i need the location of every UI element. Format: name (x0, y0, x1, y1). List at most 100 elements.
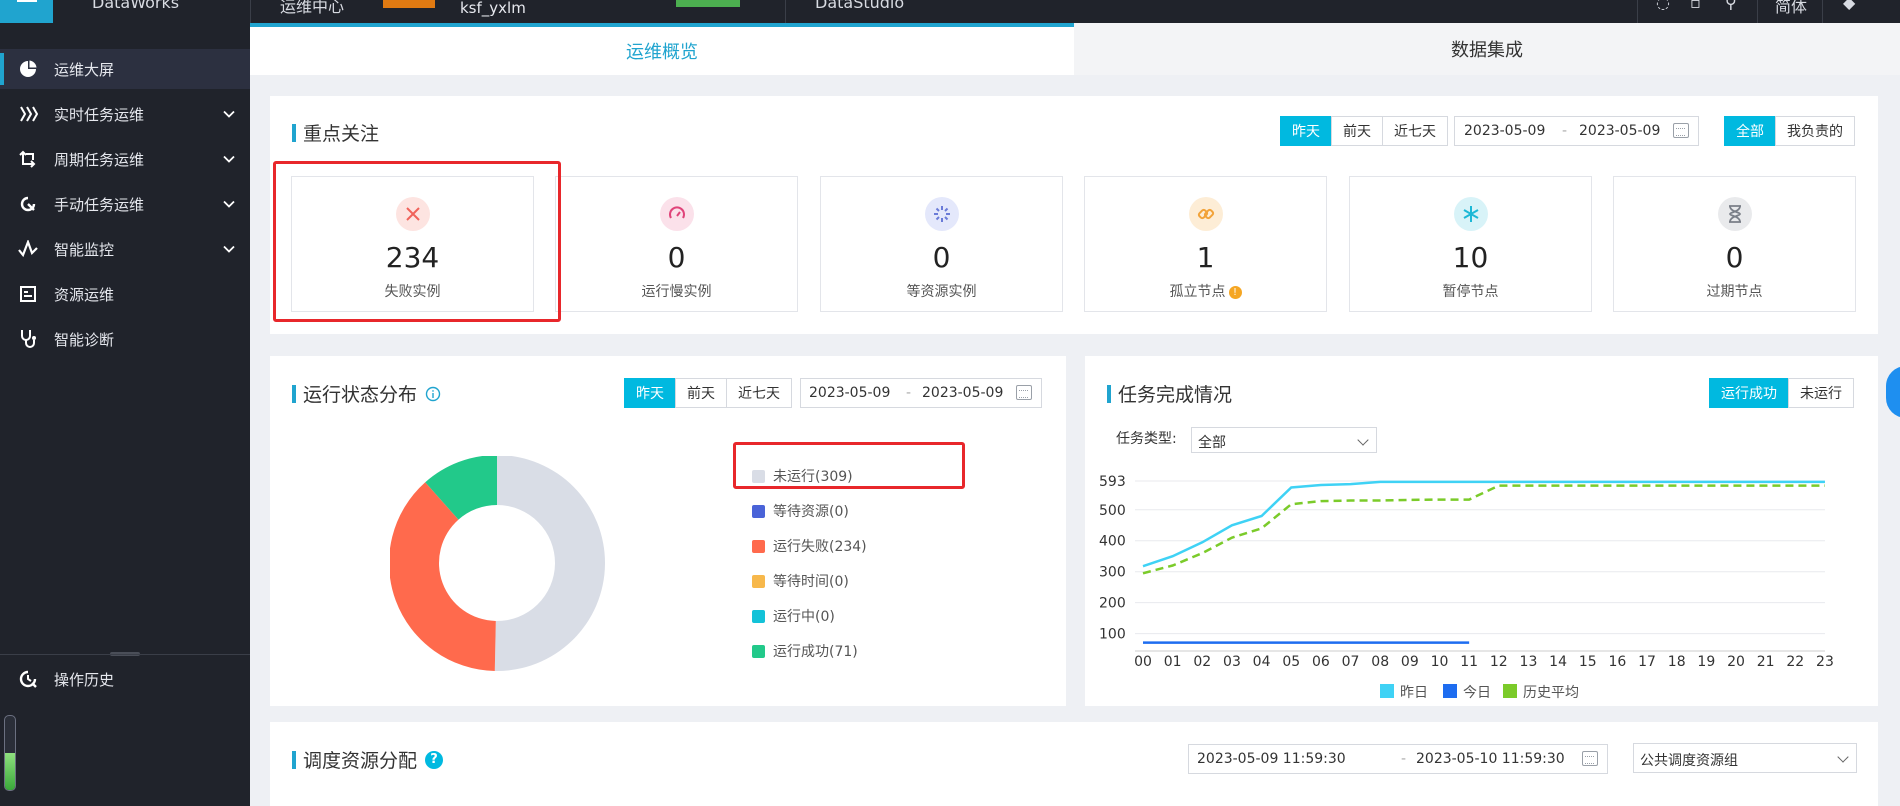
x-tick-label: 03 (1223, 654, 1241, 670)
range-yesterday-button[interactable]: 昨天 (624, 378, 676, 408)
search-icon[interactable]: ⚲ (1725, 0, 1737, 12)
env-badge (676, 0, 740, 7)
bell-icon[interactable]: ◌ (1656, 0, 1670, 12)
kpi-card[interactable]: 0 等资源实例 (820, 176, 1063, 312)
focus-date-range[interactable]: 2023-05-09 - 2023-05-09 (1454, 116, 1699, 146)
user-avatar-icon[interactable]: ◆ (1843, 0, 1855, 12)
x-tick-label: 23 (1816, 654, 1834, 670)
completion-mode-buttons: 运行成功 未运行 (1709, 378, 1854, 408)
panel-title: 任务完成情况 (1107, 380, 1232, 407)
chart-legend-item[interactable]: 历史平均 (1503, 684, 1579, 701)
date-separator: - (906, 385, 912, 401)
x-tick-label: 15 (1579, 654, 1597, 670)
filter-all-button[interactable]: 全部 (1724, 116, 1776, 146)
resource-panel: 调度资源分配 ? 2023-05-09 11:59:30 - 2023-05-1… (270, 722, 1878, 806)
donut-slice-运行失败[interactable] (390, 482, 496, 671)
range-7days-button[interactable]: 近七天 (726, 378, 792, 408)
date-start: 2023-05-09 (809, 385, 891, 401)
help-icon[interactable]: ? (425, 750, 444, 769)
sidebar-item-4[interactable]: 手动任务运维 (0, 184, 250, 224)
legend-item[interactable]: 运行中(0) (752, 606, 835, 626)
legend-item[interactable]: 运行失败(234) (752, 536, 867, 556)
sidebar-item-6[interactable]: 资源运维 (0, 274, 250, 314)
chevron-down-icon (1357, 434, 1369, 446)
sidebar-item-3[interactable]: 周期任务运维 (0, 139, 250, 179)
range-day-before-button[interactable]: 前天 (1331, 116, 1383, 146)
legend-item[interactable]: 运行成功(71) (752, 641, 858, 661)
kpi-card[interactable]: 0 过期节点 (1613, 176, 1856, 312)
kpi-label: 等资源实例 (821, 281, 1062, 301)
x-tick-label: 10 (1431, 654, 1449, 670)
range-day-before-button[interactable]: 前天 (675, 378, 727, 408)
calendar-icon[interactable] (1016, 385, 1032, 400)
highlight-box (733, 442, 965, 489)
not-run-button[interactable]: 未运行 (1788, 378, 1854, 408)
app-logo[interactable]: DataWorks (92, 0, 179, 12)
module-title[interactable]: 运维中心 (280, 0, 344, 17)
tab-ops-overview[interactable]: 运维概览 (250, 23, 1074, 75)
legend-item[interactable]: 等待资源(0) (752, 501, 849, 521)
y-tick-label: 200 (1099, 596, 1126, 612)
calendar-icon[interactable] (1673, 123, 1689, 138)
task-type-select[interactable]: 全部 (1191, 427, 1377, 453)
sidebar-item-label: 智能监控 (54, 240, 115, 259)
run-success-button[interactable]: 运行成功 (1709, 378, 1789, 408)
legend-swatch (752, 644, 765, 658)
series-line-历史平均[interactable] (1142, 484, 1825, 575)
filter-mine-button[interactable]: 我负责的 (1775, 116, 1855, 146)
warning-info-icon[interactable]: ! (1228, 286, 1242, 299)
sidebar-item-label: 周期任务运维 (54, 150, 145, 169)
range-7days-button[interactable]: 近七天 (1382, 116, 1448, 146)
x-tick-label: 13 (1520, 654, 1538, 670)
donut-slice-未运行[interactable] (494, 456, 606, 671)
chart-legend-item[interactable]: 昨日 (1380, 684, 1428, 701)
export-icon[interactable]: ▫ (1690, 0, 1701, 12)
x-tick-label: 17 (1638, 654, 1656, 670)
manual-icon (17, 193, 39, 215)
legend-swatch (752, 539, 765, 553)
x-tick-label: 18 (1668, 654, 1686, 670)
kpi-card[interactable]: 1 孤立节点! (1084, 176, 1327, 312)
calendar-icon[interactable] (1582, 751, 1598, 766)
resource-group-select[interactable]: 公共调度资源组 (1633, 743, 1857, 773)
pie-chart-icon (17, 58, 39, 80)
sidebar-item-2[interactable]: 实时任务运维 (0, 94, 250, 134)
legend-item[interactable]: 等待时间(0) (752, 571, 849, 591)
chevron-down-icon[interactable] (222, 242, 236, 256)
project-name[interactable]: ksf_yxlm (460, 0, 526, 17)
info-icon[interactable] (425, 386, 441, 402)
resource-date-range[interactable]: 2023-05-09 11:59:30 - 2023-05-10 11:59:3… (1188, 744, 1608, 774)
sidebar-item-7[interactable]: 智能诊断 (0, 319, 250, 359)
floating-help-button[interactable] (1886, 366, 1900, 418)
tab-data-integration[interactable]: 数据集成 (1074, 23, 1900, 75)
chart-legend-item[interactable]: 今日 (1443, 684, 1491, 701)
status-panel: 运行状态分布 昨天 前天 近七天 2023-05-09 - 2023-05-09… (270, 356, 1066, 706)
menu-icon[interactable] (0, 0, 53, 23)
kpi-label-text: 暂停节点 (1442, 284, 1499, 300)
sidebar-item-label: 手动任务运维 (54, 195, 145, 214)
y-tick-label: 300 (1099, 565, 1126, 581)
sidebar-item-5[interactable]: 智能监控 (0, 229, 250, 269)
kpi-card[interactable]: 10 暂停节点 (1349, 176, 1592, 312)
status-date-range[interactable]: 2023-05-09 - 2023-05-09 (800, 378, 1042, 408)
top-bar: DataWorks 运维中心 ksf_yxlm DataStudio ◌ ▫ ⚲… (0, 0, 1900, 23)
range-yesterday-button[interactable]: 昨天 (1280, 116, 1332, 146)
chevron-down-icon[interactable] (222, 197, 236, 211)
chevron-down-icon[interactable] (222, 107, 236, 121)
language-switch[interactable]: 简体 (1775, 0, 1807, 17)
legend-swatch (752, 574, 765, 588)
sidebar-item-1[interactable]: 运维大屏 (0, 49, 250, 89)
datastudio-link[interactable]: DataStudio (815, 0, 904, 12)
kpi-label-text: 过期节点 (1706, 284, 1763, 300)
x-tick-label: 11 (1460, 654, 1478, 670)
legend-label: 运行中(0) (773, 609, 835, 625)
divider (250, 0, 251, 23)
sidebar-item-history[interactable]: 操作历史 (0, 659, 250, 699)
chevron-down-icon[interactable] (222, 152, 236, 166)
kpi-card[interactable]: 0 运行慢实例 (555, 176, 798, 312)
series-line-昨日[interactable] (1142, 480, 1825, 568)
kpi-label: 运行慢实例 (556, 281, 797, 301)
resource-icon (17, 283, 39, 305)
sidebar-item-label: 运维大屏 (54, 60, 115, 79)
loading-icon (924, 197, 959, 231)
